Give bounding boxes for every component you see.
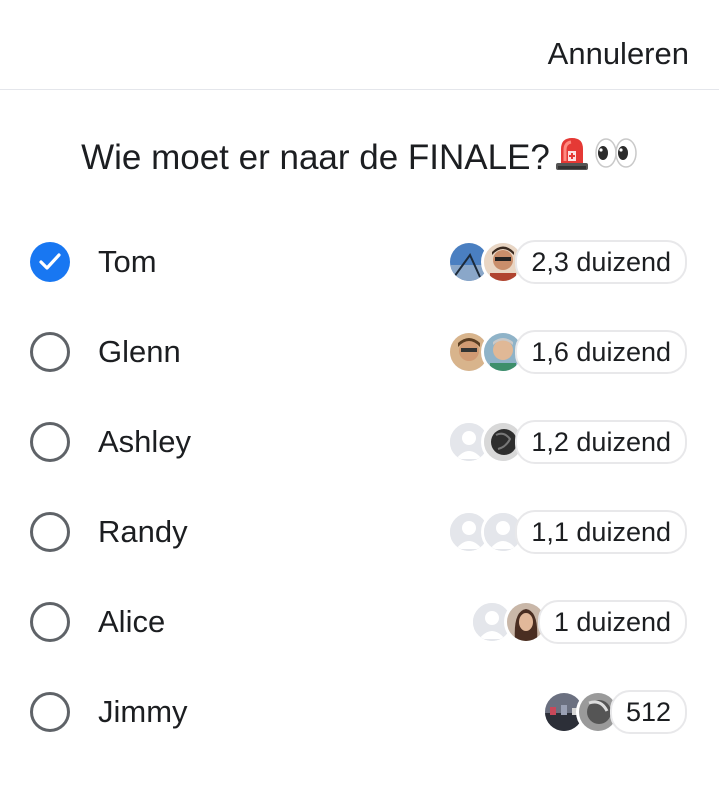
option-label: Jimmy <box>98 694 188 729</box>
cancel-button[interactable]: Annuleren <box>548 36 689 72</box>
vote-count-badge: 512 <box>609 690 687 734</box>
poll-option-alice[interactable]: Alice 1 duizend <box>0 578 719 668</box>
vote-count-badge: 1,6 duizend <box>515 330 687 374</box>
voters-summary[interactable]: 2,3 duizend <box>447 240 687 284</box>
voters-summary[interactable]: 512 <box>541 690 687 734</box>
option-label: Glenn <box>98 334 181 369</box>
poll-option-randy[interactable]: Randy 1,1 duizend <box>0 488 719 578</box>
poll-option-glenn[interactable]: Glenn 1,6 duizend <box>0 308 719 398</box>
poll-voters-sheet: Annuleren Wie moet er naar de FINALE? To… <box>0 0 719 800</box>
police-siren-icon <box>552 133 592 186</box>
option-label: Tom <box>98 244 157 279</box>
vote-count-badge: 2,3 duizend <box>515 240 687 284</box>
poll-question: Wie moet er naar de FINALE? <box>0 133 719 186</box>
radio-unchecked-icon[interactable] <box>30 692 70 732</box>
eyes-icon <box>594 135 638 184</box>
poll-option-tom[interactable]: Tom 2,3 duizend <box>0 218 719 308</box>
top-bar: Annuleren <box>0 0 719 90</box>
option-label: Randy <box>98 514 188 549</box>
voters-summary[interactable]: 1,1 duizend <box>447 510 687 554</box>
radio-unchecked-icon[interactable] <box>30 512 70 552</box>
option-label: Ashley <box>98 424 192 459</box>
poll-options-list: Tom 2,3 duizend Glenn 1,6 duizend Ashley… <box>0 218 719 758</box>
radio-unchecked-icon[interactable] <box>30 422 70 462</box>
option-label: Alice <box>98 604 166 639</box>
voters-summary[interactable]: 1,6 duizend <box>447 330 687 374</box>
radio-checked-icon[interactable] <box>30 242 70 282</box>
voters-summary[interactable]: 1 duizend <box>469 600 687 644</box>
radio-unchecked-icon[interactable] <box>30 602 70 642</box>
vote-count-badge: 1,1 duizend <box>515 510 687 554</box>
vote-count-badge: 1,2 duizend <box>515 420 687 464</box>
vote-count-badge: 1 duizend <box>537 600 687 644</box>
poll-option-jimmy[interactable]: Jimmy 512 <box>0 668 719 758</box>
radio-unchecked-icon[interactable] <box>30 332 70 372</box>
voters-summary[interactable]: 1,2 duizend <box>447 420 687 464</box>
poll-question-text: Wie moet er naar de FINALE? <box>81 137 550 177</box>
poll-option-ashley[interactable]: Ashley 1,2 duizend <box>0 398 719 488</box>
